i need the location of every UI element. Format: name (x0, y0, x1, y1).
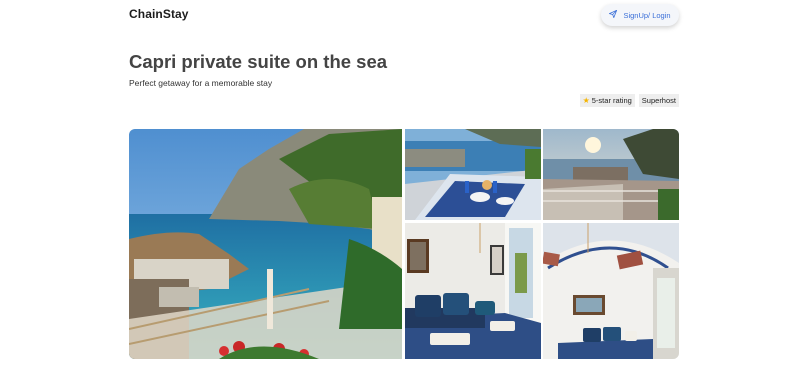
top-nav: ChainStay SignUp/ Login (0, 0, 806, 32)
gallery-photo-main[interactable] (129, 129, 402, 359)
signup-login-button[interactable]: SignUp/ Login (601, 4, 679, 26)
gallery-photo-vaulted-room[interactable] (543, 223, 679, 359)
logo[interactable]: ChainStay (129, 7, 189, 21)
star-icon: ★ (582, 96, 590, 105)
gallery-photo-terrace[interactable] (405, 129, 541, 220)
page-title: Capri private suite on the sea (129, 51, 388, 72)
gallery-photo-bedroom[interactable] (405, 223, 541, 359)
signup-login-label: SignUp/ Login (623, 10, 671, 20)
superhost-badge: Superhost (638, 94, 679, 107)
photo-gallery (129, 129, 679, 359)
gallery-photo-balcony[interactable] (543, 129, 679, 220)
listing-badges: ★ 5-star rating Superhost (579, 94, 679, 107)
superhost-badge-label: Superhost (641, 96, 676, 105)
rating-badge-label: 5-star rating (591, 96, 632, 105)
rating-badge: ★ 5-star rating (579, 94, 635, 107)
send-icon (609, 10, 618, 20)
page-subtitle: Perfect getaway for a memorable stay (129, 78, 273, 88)
